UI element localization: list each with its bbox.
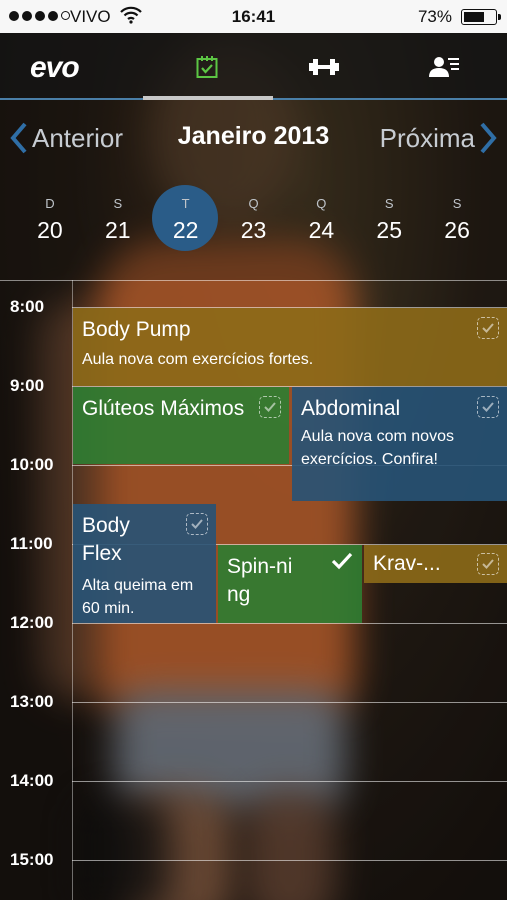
day-cell-selected[interactable]: T 22	[151, 185, 220, 251]
check-icon	[482, 323, 494, 333]
next-month-label: Próxima	[379, 122, 475, 153]
tab-profile[interactable]	[380, 33, 507, 100]
checkin-checkbox[interactable]	[259, 396, 281, 418]
day-number: 22	[172, 217, 199, 243]
event-body-flex[interactable]: Body Flex Alta queima em 60 min.	[73, 504, 216, 623]
event-title: Glúteos Máximos	[82, 397, 245, 420]
weekday-letter: D	[45, 196, 55, 211]
day-cell[interactable]: S 25	[355, 190, 423, 250]
hour-line	[72, 860, 507, 861]
schedule-top-divider	[0, 280, 507, 281]
event-title: Body Flex	[82, 514, 130, 565]
tab-schedule[interactable]	[143, 33, 270, 100]
day-number: 23	[240, 217, 267, 243]
tab-workouts[interactable]	[260, 33, 387, 100]
day-number: 20	[37, 217, 63, 243]
chevron-right-icon	[480, 122, 497, 154]
hour-label: 15:00	[10, 850, 54, 869]
day-number: 24	[308, 217, 335, 243]
weekday-letter: S	[452, 196, 462, 211]
day-cell[interactable]: S 26	[423, 190, 491, 250]
weekday-letter: S	[113, 196, 123, 211]
event-title: Body Pump	[82, 318, 191, 341]
battery-percentage: 73%	[417, 7, 452, 26]
event-body-pump[interactable]: Body Pump Aula nova com exercícios forte…	[73, 308, 507, 386]
check-icon	[191, 519, 203, 529]
top-navigation: evo	[0, 33, 507, 100]
weekday-letter: Q	[316, 196, 327, 211]
hour-line	[72, 781, 507, 782]
checkin-checkbox[interactable]	[186, 513, 208, 535]
event-title: Spin-ning	[227, 555, 293, 606]
day-number: 25	[376, 217, 403, 243]
day-schedule[interactable]: 8:00 9:00 10:00 11:00 12:00 13:00 14:00 …	[0, 280, 507, 900]
next-month-button[interactable]: Próxima	[380, 122, 497, 154]
dumbbell-icon	[308, 58, 339, 75]
hour-line	[72, 623, 507, 624]
check-icon	[331, 552, 353, 570]
hour-label: 14:00	[10, 771, 54, 790]
day-cell[interactable]: S 21	[84, 190, 152, 250]
day-number: 21	[104, 217, 131, 243]
event-description: Aula nova com novos exercícios. Confira!	[301, 428, 454, 468]
evo-logo[interactable]: evo	[30, 51, 80, 85]
hour-label: 11:00	[10, 534, 53, 553]
day-cell[interactable]: D 20	[16, 190, 84, 250]
weekday-letter: T	[181, 196, 190, 211]
month-header: Anterior Janeiro 2013 Próxima D 20 S 21 T2…	[0, 100, 507, 280]
checkin-checkbox[interactable]	[477, 553, 499, 575]
day-cell[interactable]: Q 24	[287, 190, 355, 250]
hour-label: 9:00	[10, 376, 45, 395]
event-gluteos-maximos[interactable]: Glúteos Máximos	[73, 387, 289, 464]
hour-label: 10:00	[10, 455, 54, 474]
check-icon	[264, 402, 276, 412]
checkin-checkbox[interactable]	[477, 317, 499, 339]
hour-label: 8:00	[10, 297, 45, 316]
event-description: Aula nova com exercícios fortes.	[82, 351, 314, 368]
checkin-checkbox[interactable]	[477, 396, 499, 418]
calendar-check-icon	[196, 55, 217, 78]
event-title: Abdominal	[301, 397, 401, 420]
event-spinning[interactable]: Spin-ning	[218, 545, 362, 623]
hour-label: 12:00	[10, 613, 54, 632]
hour-label: 13:00	[10, 692, 54, 711]
event-description: Alta queima em 60 min.	[82, 577, 194, 617]
week-day-selector: D 20 S 21 T 22 Q 23 Q 24 S 25 S 26	[16, 185, 491, 251]
battery-icon	[461, 9, 501, 25]
weekday-letter: S	[384, 196, 394, 211]
user-list-icon	[428, 56, 459, 77]
event-krav[interactable]: Krav-...	[364, 545, 507, 583]
checkin-checkbox-checked[interactable]	[331, 552, 354, 575]
status-bar: VIVO 16:41 73%	[0, 0, 507, 33]
hour-line	[72, 702, 507, 703]
day-cell[interactable]: Q 23	[220, 190, 288, 250]
weekday-letter: Q	[248, 196, 259, 211]
check-icon	[482, 402, 494, 412]
check-icon	[482, 559, 494, 569]
event-abdominal[interactable]: Abdominal Aula nova com novos exercícios…	[292, 387, 507, 501]
day-number: 26	[444, 217, 470, 243]
